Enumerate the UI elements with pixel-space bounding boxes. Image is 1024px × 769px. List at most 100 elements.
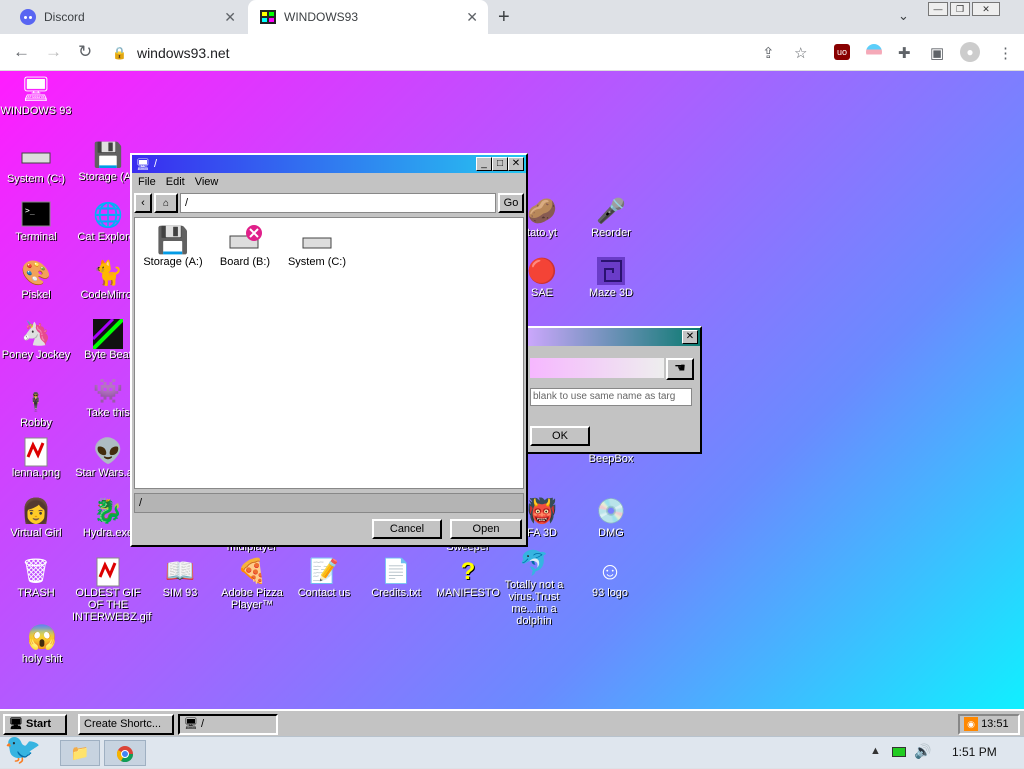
profile-avatar-icon[interactable]: ● xyxy=(960,42,980,62)
dialog-hint-field: blank to use same name as targ xyxy=(530,388,692,406)
back-button[interactable]: ‹ xyxy=(134,193,152,213)
desktop-icon-sim93[interactable]: 📖 SIM 93 xyxy=(144,557,216,599)
cancel-button[interactable]: Cancel xyxy=(372,519,442,539)
go-button[interactable]: Go xyxy=(498,193,524,213)
tab-windows93[interactable]: WINDOWS93 ✕ xyxy=(248,0,488,34)
desktop-icon-adobe-pizza[interactable]: 🍕 Adobe Pizza Player™ xyxy=(216,557,288,611)
windows93-icon xyxy=(260,9,276,25)
minimize-window-icon[interactable]: — xyxy=(928,2,948,16)
smiley-icon: ☺ xyxy=(597,558,623,585)
close-window-icon[interactable]: ✕ xyxy=(972,2,1000,16)
desktop-icon-poney-jockey[interactable]: 🦄 Poney Jockey xyxy=(0,319,72,361)
desktop-icon-credits[interactable]: 📄 Credits.txt xyxy=(360,557,432,599)
side-panel-icon[interactable]: ▣ xyxy=(930,44,944,62)
drive-icon xyxy=(0,143,72,173)
extension-flag-icon[interactable] xyxy=(866,44,882,60)
tray-expand-icon[interactable]: ▲ xyxy=(870,745,881,757)
close-icon[interactable]: ✕ xyxy=(508,157,524,171)
disk-image-icon: 💿 xyxy=(596,498,626,525)
explorer-titlebar-buttons: _ □ ✕ xyxy=(476,157,524,171)
desktop-icon-trash[interactable]: 🗑 TRASH xyxy=(0,557,72,599)
close-tab-icon[interactable]: ✕ xyxy=(466,9,478,26)
restore-window-icon[interactable]: ❐ xyxy=(950,2,970,16)
browse-button[interactable]: ☚ xyxy=(666,358,694,380)
face-icon: 👩 xyxy=(21,498,51,525)
desktop-icon-windows93[interactable]: 🖥 WINDOWS 93 xyxy=(0,75,72,117)
explorer-item-board-b[interactable]: Board (B:) xyxy=(209,224,281,268)
home-icon: ⌂ xyxy=(162,198,170,209)
floppy-drive-icon: 💾 xyxy=(156,225,190,255)
tab-search-icon[interactable]: ⌄ xyxy=(898,8,909,24)
minimize-icon[interactable]: _ xyxy=(476,157,492,171)
rss-icon[interactable]: ◉ xyxy=(964,717,978,731)
desktop-icon-dolphin[interactable]: 🐬 Totally not a virus.Trust me...im a dol… xyxy=(498,549,570,627)
path-input[interactable]: / xyxy=(180,193,496,213)
meme-face-icon: 😱 xyxy=(27,624,57,651)
os-taskbar: 🐦 📁 ▲ 🔊 1:51 PM xyxy=(0,733,1024,768)
open-button[interactable]: Open xyxy=(450,519,522,539)
desktop-icon-maze-3d[interactable]: Maze 3D xyxy=(575,257,647,299)
menu-view[interactable]: View xyxy=(195,176,219,188)
desktop-icon-virtual-girl[interactable]: 👩 Virtual Girl xyxy=(0,497,72,539)
explorer-item-storage-a[interactable]: 💾 Storage (A:) xyxy=(137,224,209,268)
desktop-icon-piskel[interactable]: 🎨 Piskel xyxy=(0,259,72,301)
dialog-target-input[interactable] xyxy=(530,358,664,378)
desktop-icon-holy-shit[interactable]: 😱 holy shit xyxy=(6,623,78,665)
volume-icon[interactable]: 🔊 xyxy=(914,743,931,760)
explorer-menubar: File Edit View xyxy=(132,173,526,191)
bookmark-star-icon[interactable]: ☆ xyxy=(794,44,807,62)
tab-label: Discord xyxy=(44,10,85,24)
desktop-icon-reorder[interactable]: 🎤 Reorder xyxy=(575,197,647,239)
tab-discord[interactable]: Discord ✕ xyxy=(8,0,246,34)
reload-icon[interactable]: ↻ xyxy=(78,42,92,62)
desktop-icon-dmg[interactable]: 💿 DMG xyxy=(575,497,647,539)
taskbar-item-explorer[interactable]: 🖥 / xyxy=(178,714,278,735)
new-tab-icon[interactable]: + xyxy=(498,6,510,29)
explorer-toolbar: ‹ ⌂ / Go xyxy=(132,191,526,215)
contact-form-icon: 📝 xyxy=(309,558,339,585)
explorer-item-system-c[interactable]: System (C:) xyxy=(281,224,353,268)
dolphin-icon: 🐬 xyxy=(519,550,549,577)
question-mark-icon: ? xyxy=(460,558,476,585)
recycle-bin-icon: 🗑 xyxy=(20,558,52,585)
microphone-icon: 🎤 xyxy=(596,198,626,225)
desktop-icon-terminal[interactable]: >_ Terminal xyxy=(0,201,72,243)
window-controls: — ❐ ✕ xyxy=(928,2,1000,16)
desktop-icon-lenna[interactable]: lenna.png xyxy=(0,437,72,479)
desktop-icon-robby[interactable]: 🕴 Robby xyxy=(0,387,72,429)
file-explorer-taskbar-icon[interactable]: 📁 xyxy=(60,740,100,766)
ublock-icon[interactable]: uo xyxy=(834,44,850,60)
share-icon[interactable]: ⇪ xyxy=(762,44,775,62)
create-shortcut-dialog: ✕ ☚ blank to use same name as targ OK xyxy=(522,326,702,454)
browser-menu-icon[interactable]: ⋮ xyxy=(998,44,1013,62)
desktop-icon-oldest-gif[interactable]: OLDEST GIF OF THE INTERWEBZ.gif xyxy=(72,557,151,623)
home-button[interactable]: ⌂ xyxy=(154,193,178,213)
forward-icon[interactable]: → xyxy=(45,42,62,62)
url-bar[interactable]: 🔒 windows93.net xyxy=(112,39,824,67)
close-icon[interactable]: ✕ xyxy=(682,330,698,344)
menu-file[interactable]: File xyxy=(138,176,156,188)
menu-edit[interactable]: Edit xyxy=(166,176,185,188)
taskbar-item-create-shortcut[interactable]: Create Shortc... xyxy=(78,714,174,735)
extensions-puzzle-icon[interactable]: ✚ xyxy=(898,44,911,62)
battery-icon[interactable] xyxy=(892,747,906,757)
drive-icon xyxy=(281,224,353,256)
lock-icon: 🔒 xyxy=(112,46,127,60)
chrome-taskbar-icon[interactable] xyxy=(104,740,146,766)
maze-icon xyxy=(575,257,647,287)
url-text: windows93.net xyxy=(136,45,230,61)
desktop-icon-manifesto[interactable]: ? MANIFESTO xyxy=(432,557,504,599)
close-tab-icon[interactable]: ✕ xyxy=(224,9,236,26)
windows93-desktop: 🖥 WINDOWS 93 System (C:) >_ Terminal 🎨 Pisk… xyxy=(0,71,1024,709)
maximize-icon[interactable]: □ xyxy=(492,157,508,171)
os-clock[interactable]: 1:51 PM xyxy=(952,745,997,759)
desktop-icon-contact-us[interactable]: 📝 Contact us xyxy=(288,557,360,599)
desktop-icon-93-logo[interactable]: ☺ 93 logo xyxy=(574,557,646,599)
terminal-icon: >_ xyxy=(0,201,72,231)
back-icon[interactable]: ← xyxy=(13,42,30,62)
dialog-titlebar xyxy=(524,328,700,346)
desktop-icon-system-c[interactable]: System (C:) xyxy=(0,143,72,185)
windows93-taskbar: 🖥 Start Create Shortc... 🖥 / ◉ 13:51 xyxy=(0,709,1024,736)
angry-bird-icon[interactable]: 🐦 xyxy=(4,731,50,769)
ok-button[interactable]: OK xyxy=(530,426,590,446)
